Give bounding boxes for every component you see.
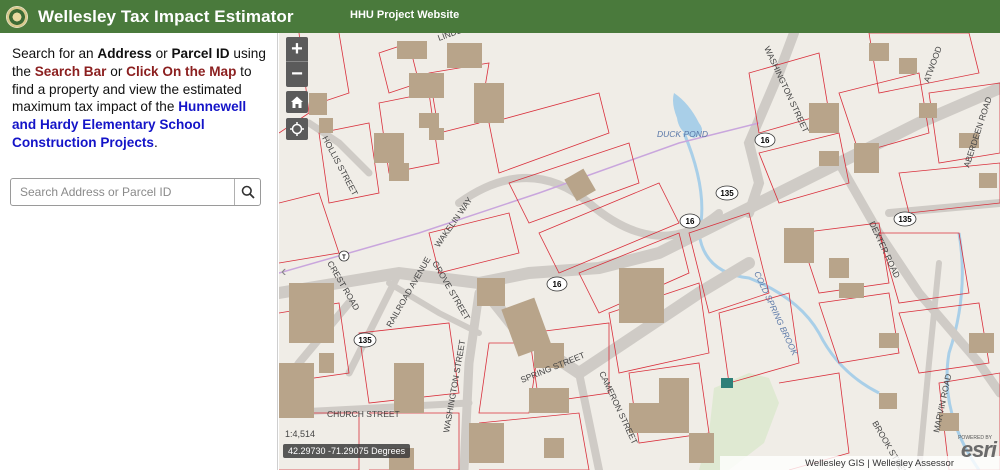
route-16-label: 16 bbox=[761, 136, 770, 145]
intro-address: Address bbox=[97, 46, 152, 61]
map-view[interactable]: HOLLIS STREET LINDEN WASHINGTON STREET A… bbox=[279, 33, 1000, 470]
route-135-label: 135 bbox=[358, 336, 372, 345]
town-seal-logo bbox=[6, 5, 28, 28]
map-scale: 1:4,514 bbox=[285, 429, 316, 439]
dexter-road-label: DEXTER ROAD bbox=[867, 220, 902, 280]
zoom-in-button[interactable]: + bbox=[286, 37, 308, 62]
intro-parcel-id: Parcel ID bbox=[171, 46, 230, 61]
search-box bbox=[10, 178, 261, 206]
duck-pond-label: DUCK POND bbox=[657, 129, 708, 139]
zoom-control: + − bbox=[286, 37, 308, 87]
zoom-out-button[interactable]: − bbox=[286, 62, 308, 87]
map-attribution: Wellesley GIS | Wellesley Assessor bbox=[720, 456, 1000, 470]
route-135-label: 135 bbox=[898, 215, 912, 224]
project-website-link[interactable]: HHU Project Website bbox=[350, 9, 459, 21]
intro-text-segment: Search for an bbox=[12, 46, 98, 61]
intro-text-segment: or bbox=[106, 63, 127, 79]
search-button[interactable] bbox=[234, 179, 260, 205]
home-icon bbox=[291, 96, 303, 108]
route-16-label: 16 bbox=[686, 217, 695, 226]
intro-search-bar: Search Bar bbox=[34, 63, 107, 79]
coordinate-readout: 42.29730 -71.29075 Degrees bbox=[283, 444, 411, 458]
brook-stream bbox=[682, 132, 880, 395]
map-canvas[interactable]: HOLLIS STREET LINDEN WASHINGTON STREET A… bbox=[279, 33, 1000, 470]
cold-spring-brook-label: COLD SPRING BROOK bbox=[752, 270, 800, 358]
route-135-label: 135 bbox=[720, 189, 734, 198]
route-16-label: 16 bbox=[553, 280, 562, 289]
linden-label: LINDEN bbox=[436, 33, 469, 43]
locate-button[interactable] bbox=[286, 118, 308, 140]
wakelin-way-label: WAKELIN WAY bbox=[432, 195, 474, 249]
intro-text-segment: . bbox=[154, 134, 158, 150]
intro-click-map: Click On the Map bbox=[126, 63, 237, 79]
collapse-sidebar-arrow-icon[interactable]: ‹ bbox=[281, 263, 286, 281]
intro-text: Search for an Address or Parcel ID using… bbox=[12, 45, 268, 152]
transit-station-label: T bbox=[342, 255, 346, 261]
intro-text-segment: or bbox=[151, 46, 172, 61]
home-button[interactable] bbox=[286, 91, 308, 113]
teal-structure bbox=[721, 378, 733, 388]
search-icon bbox=[241, 185, 255, 199]
search-input[interactable] bbox=[11, 179, 234, 205]
atwood-label: ATWOOD bbox=[921, 45, 943, 84]
railway-line bbox=[279, 122, 760, 274]
esri-logo[interactable]: esri bbox=[961, 437, 997, 463]
church-street-label: CHURCH STREET bbox=[327, 409, 400, 419]
locate-icon bbox=[290, 122, 304, 136]
app-header: Wellesley Tax Impact Estimator HHU Proje… bbox=[0, 0, 1000, 33]
app-title: Wellesley Tax Impact Estimator bbox=[38, 6, 294, 26]
sidebar-panel: Search for an Address or Parcel ID using… bbox=[0, 33, 278, 470]
